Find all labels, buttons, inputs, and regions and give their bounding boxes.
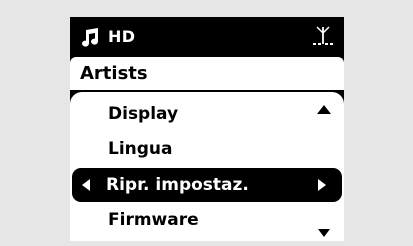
menu-item-display[interactable]: Display bbox=[70, 97, 344, 131]
menu-item-label: Firmware bbox=[108, 210, 199, 230]
menu-item-lingua[interactable]: Lingua bbox=[70, 132, 344, 166]
source-label: HD bbox=[108, 27, 136, 46]
menu-item-label: Lingua bbox=[108, 139, 173, 159]
menu-list: Display Lingua Ripr. impostaz. Firmware bbox=[70, 92, 344, 241]
arrow-right-icon bbox=[318, 179, 326, 191]
menu-item-ripr-impostaz[interactable]: Ripr. impostaz. bbox=[72, 168, 342, 202]
triangle-down-icon bbox=[318, 229, 330, 237]
arrow-left-icon bbox=[82, 179, 90, 191]
menu-item-firmware[interactable]: Firmware bbox=[70, 203, 344, 237]
music-note-icon bbox=[82, 28, 99, 47]
menu-item-label: Display bbox=[108, 104, 179, 124]
device-screen: HD Artists Display Lingua Ripr. impostaz… bbox=[70, 17, 344, 241]
antenna-signal-icon bbox=[313, 26, 333, 45]
page-title: Artists bbox=[80, 63, 148, 84]
status-bar: HD bbox=[70, 17, 344, 56]
header-bar: Artists bbox=[70, 57, 344, 90]
menu-item-label: Ripr. impostaz. bbox=[106, 175, 249, 195]
